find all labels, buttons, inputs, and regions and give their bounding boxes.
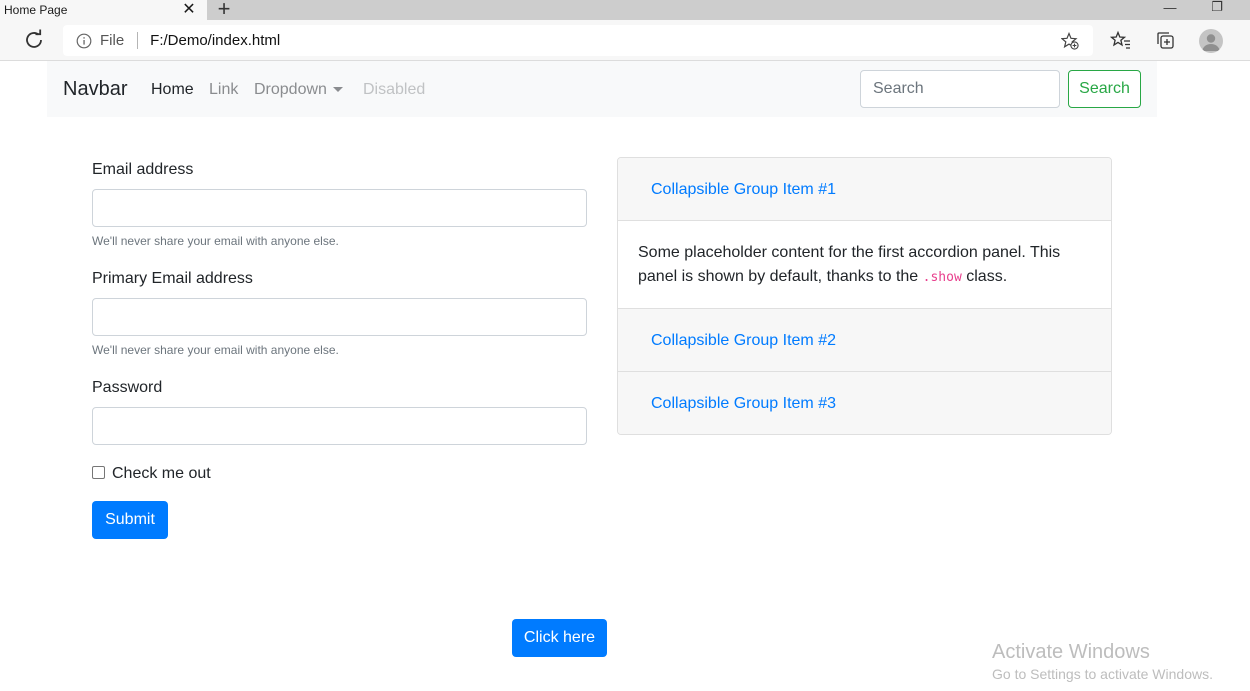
activate-windows-title: Activate Windows: [992, 641, 1150, 663]
primary-email-label: Primary Email address: [92, 270, 253, 287]
navbar: Navbar Home Link Dropdown Disabled Searc…: [47, 61, 1157, 117]
navbar-brand[interactable]: Navbar: [63, 78, 127, 101]
search-button[interactable]: Search: [1068, 70, 1141, 108]
accordion-toggle-3[interactable]: Collapsible Group Item #3: [651, 395, 836, 413]
accordion-body-code: .show: [922, 270, 962, 285]
activate-windows-subtitle: Go to Settings to activate Windows.: [992, 666, 1213, 682]
restore-button[interactable]: ❐: [1202, 0, 1232, 17]
nav-item-link[interactable]: Link: [209, 81, 238, 99]
minimize-button[interactable]: —: [1155, 0, 1185, 17]
nav-item-disabled: Disabled: [363, 81, 426, 98]
url-separator: [137, 32, 139, 49]
accordion-toggle-2[interactable]: Collapsible Group Item #2: [651, 332, 836, 350]
primary-email-field[interactable]: [92, 298, 587, 336]
accordion-body-1: Some placeholder content for the first a…: [618, 221, 1111, 309]
collections-icon[interactable]: [1155, 30, 1177, 52]
password-label: Password: [92, 379, 163, 396]
address-bar: File F:/Demo/index.html: [0, 20, 1250, 61]
person-icon: [1202, 34, 1220, 51]
accordion-toggle-1[interactable]: Collapsible Group Item #1: [651, 181, 836, 199]
accordion-header-1: Collapsible Group Item #1: [618, 158, 1111, 221]
nav-item-home[interactable]: Home: [151, 81, 194, 99]
info-icon[interactable]: [76, 33, 92, 49]
accordion-body-text-end: class.: [966, 268, 1008, 285]
tab-close-icon[interactable]: ✕: [179, 0, 199, 20]
check-me-out-label[interactable]: Check me out: [112, 465, 211, 483]
profile-avatar[interactable]: [1199, 29, 1223, 53]
favorites-icon[interactable]: [1110, 30, 1132, 52]
email-help-text: We'll never share your email with anyone…: [92, 234, 339, 248]
url-scheme-label: File: [100, 32, 125, 49]
password-field[interactable]: [92, 407, 587, 445]
search-input[interactable]: [860, 70, 1060, 108]
accordion-header-2: Collapsible Group Item #2: [618, 309, 1111, 372]
url-text[interactable]: F:/Demo/index.html: [150, 32, 280, 49]
reload-icon[interactable]: [22, 28, 46, 52]
tab-strip: Home Page ✕ + — ❐: [0, 0, 1250, 20]
add-favorite-icon[interactable]: [1061, 32, 1079, 50]
nav-dropdown-label: Dropdown: [254, 81, 327, 98]
click-here-button[interactable]: Click here: [512, 619, 607, 657]
accordion-header-3: Collapsible Group Item #3: [618, 372, 1111, 434]
caret-down-icon: [332, 87, 343, 93]
submit-button[interactable]: Submit: [92, 501, 168, 539]
url-box[interactable]: File F:/Demo/index.html: [63, 25, 1093, 56]
check-me-out-checkbox[interactable]: [92, 466, 105, 479]
new-tab-button[interactable]: +: [212, 0, 236, 20]
email-field[interactable]: [92, 189, 587, 227]
browser-tab[interactable]: Home Page ✕: [0, 0, 207, 20]
email-label: Email address: [92, 161, 194, 178]
primary-email-help-text: We'll never share your email with anyone…: [92, 343, 339, 357]
nav-item-dropdown[interactable]: Dropdown: [254, 81, 343, 99]
accordion: Collapsible Group Item #1 Some placehold…: [617, 157, 1112, 435]
tab-title: Home Page: [4, 3, 68, 17]
